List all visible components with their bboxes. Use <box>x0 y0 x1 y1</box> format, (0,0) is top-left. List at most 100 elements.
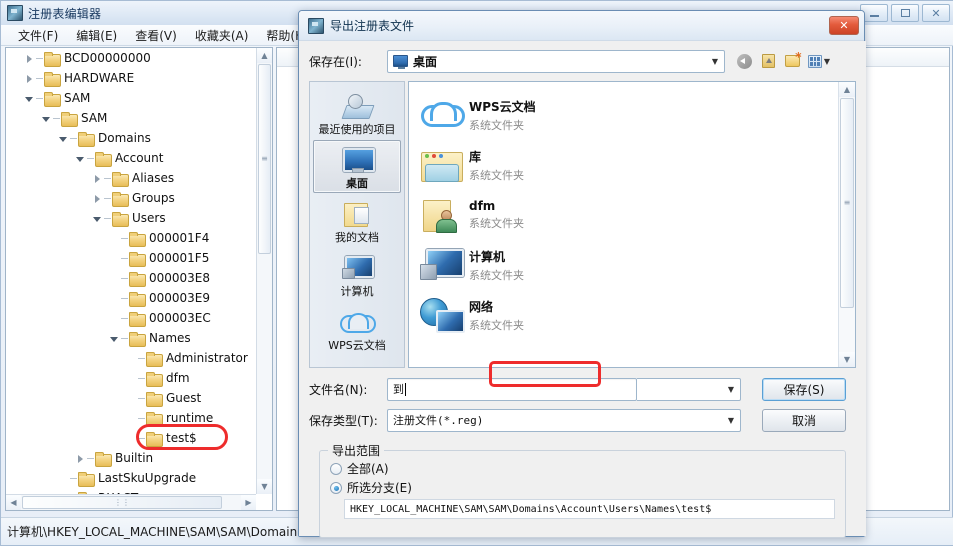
tree-item-000003e9[interactable]: 000003E9 <box>6 288 256 308</box>
chevron-right-icon[interactable] <box>24 73 35 84</box>
file-name-input[interactable]: 到 <box>387 377 637 401</box>
close-button[interactable]: ✕ <box>922 4 950 22</box>
tree-item-hardware[interactable]: HARDWARE <box>6 68 256 88</box>
chevron-down-icon[interactable]: ▼ <box>824 57 830 66</box>
scroll-down-arrow[interactable]: ▼ <box>257 479 272 494</box>
chevron-right-icon[interactable] <box>92 193 103 204</box>
folder-icon <box>112 211 129 227</box>
scroll-right-arrow[interactable]: ▶ <box>241 495 256 510</box>
save-in-combobox[interactable]: 桌面 ▼ <box>387 49 725 73</box>
dialog-close-button[interactable]: ✕ <box>829 16 859 35</box>
export-registry-dialog: 导出注册表文件 ✕ 保存在(I): 桌面 ▼ * ▼ 最近使用的项目 桌面 我的… <box>298 10 866 538</box>
list-item[interactable]: 库 系统文件夹 <box>409 140 838 190</box>
chevron-down-icon[interactable]: ▼ <box>722 379 740 400</box>
recent-items-icon <box>342 89 372 119</box>
dialog-title: 导出注册表文件 <box>330 19 415 33</box>
menu-view[interactable]: 查看(V) <box>126 25 186 46</box>
scroll-left-arrow[interactable]: ◀ <box>6 495 21 510</box>
tree-item-sam[interactable]: SAM <box>6 108 256 128</box>
tree-item-sam[interactable]: SAM <box>6 88 256 108</box>
tree-item-dfm[interactable]: dfm <box>6 368 256 388</box>
chevron-down-icon[interactable] <box>41 113 52 124</box>
menu-edit[interactable]: 编辑(E) <box>67 25 126 46</box>
tree-item-000001f5[interactable]: 000001F5 <box>6 248 256 268</box>
folder-icon <box>129 311 146 327</box>
tree-item-000001f4[interactable]: 000001F4 <box>6 228 256 248</box>
tree-item-runtime[interactable]: runtime <box>6 408 256 428</box>
chevron-right-icon[interactable] <box>24 53 35 64</box>
list-item[interactable]: 网络 系统文件夹 <box>409 290 838 340</box>
maximize-button[interactable] <box>891 4 919 22</box>
monitor-icon <box>393 55 408 69</box>
tree-item-bcd00000000[interactable]: BCD00000000 <box>6 48 256 68</box>
tree-vscroll-thumb[interactable]: ≡ <box>258 64 271 254</box>
list-item[interactable]: dfm 系统文件夹 <box>409 190 838 240</box>
tree-item-aliases[interactable]: Aliases <box>6 168 256 188</box>
place-desktop[interactable]: 桌面 <box>313 140 401 193</box>
place-label: 我的文档 <box>335 230 379 244</box>
tree-item-groups[interactable]: Groups <box>6 188 256 208</box>
radio-all-row[interactable]: 全部(A) <box>320 459 845 478</box>
place-my-documents[interactable]: 我的文档 <box>313 194 401 247</box>
chevron-down-icon[interactable] <box>24 93 35 104</box>
tree-connector <box>104 217 111 219</box>
tree-item-guest[interactable]: Guest <box>6 388 256 408</box>
tree-vertical-scrollbar[interactable]: ▲ ≡ ▼ <box>256 48 272 494</box>
back-button[interactable] <box>735 52 753 70</box>
menu-file[interactable]: 文件(F) <box>9 25 67 46</box>
file-list-scroll-thumb[interactable]: ≡ <box>840 98 854 308</box>
chevron-down-icon[interactable] <box>109 333 120 344</box>
place-recent-items[interactable]: 最近使用的项目 <box>313 86 401 139</box>
tree-item-names[interactable]: Names <box>6 328 256 348</box>
tree-item-label: SAM <box>81 111 108 125</box>
tree-item-builtin[interactable]: Builtin <box>6 448 256 468</box>
tree-item-000003e8[interactable]: 000003E8 <box>6 268 256 288</box>
chevron-down-icon[interactable] <box>92 213 103 224</box>
scroll-up-arrow[interactable]: ▲ <box>839 82 855 97</box>
tree-connector <box>121 297 128 299</box>
list-item[interactable]: WPS云文档 系统文件夹 <box>409 90 838 140</box>
file-list-items: WPS云文档 系统文件夹 库 系统文件夹 dfm 系统文件夹 计算机 系统文件夹… <box>409 82 838 367</box>
tree-item-test-[interactable]: test$ <box>6 428 256 448</box>
tree-connector <box>53 117 60 119</box>
file-name: 计算机 <box>469 249 506 264</box>
new-folder-button[interactable] <box>783 50 802 70</box>
tree-item-users[interactable]: Users <box>6 208 256 228</box>
radio-selected-branch-row[interactable]: 所选分支(E) <box>320 478 845 497</box>
tree-horizontal-scrollbar[interactable]: ◀ ⋮⋮ ▶ <box>6 494 256 510</box>
chevron-down-icon[interactable]: ▼ <box>722 410 740 431</box>
views-button[interactable]: ▼ <box>807 52 831 70</box>
tree-hscroll-thumb[interactable]: ⋮⋮ <box>22 496 222 509</box>
scroll-up-arrow[interactable]: ▲ <box>257 48 272 63</box>
tree-item-label: SAM <box>64 91 91 105</box>
file-name-dropdown[interactable]: ▼ <box>637 377 741 401</box>
scroll-down-arrow[interactable]: ▼ <box>839 352 855 367</box>
tree-item-lastskuupgrade[interactable]: LastSkuUpgrade <box>6 468 256 488</box>
tree-item-account[interactable]: Account <box>6 148 256 168</box>
place-computer[interactable]: 计算机 <box>313 248 401 301</box>
place-wps-cloud[interactable]: WPS云文档 <box>313 302 401 355</box>
tree-item-000003ec[interactable]: 000003EC <box>6 308 256 328</box>
export-range-group: 导出范围 全部(A) 所选分支(E) HKEY_LOCAL_MACHINE\SA… <box>319 442 846 538</box>
save-button[interactable]: 保存(S) <box>762 377 846 401</box>
cancel-button[interactable]: 取消 <box>762 408 846 432</box>
chevron-down-icon[interactable] <box>75 153 86 164</box>
file-list[interactable]: WPS云文档 系统文件夹 库 系统文件夹 dfm 系统文件夹 计算机 系统文件夹… <box>408 81 856 368</box>
tree-item-label: runtime <box>166 411 214 425</box>
tree-item-administrator[interactable]: Administrator <box>6 348 256 368</box>
file-list-scrollbar[interactable]: ▲ ≡ ▼ <box>838 82 855 367</box>
chevron-right-icon[interactable] <box>92 173 103 184</box>
chevron-down-icon[interactable] <box>58 133 69 144</box>
chevron-down-icon[interactable]: ▼ <box>706 51 724 72</box>
file-text: dfm 系统文件夹 <box>469 199 524 231</box>
menu-favorites[interactable]: 收藏夹(A) <box>186 25 258 46</box>
list-item[interactable]: 计算机 系统文件夹 <box>409 240 838 290</box>
tree-item-domains[interactable]: Domains <box>6 128 256 148</box>
save-in-row: 保存在(I): 桌面 ▼ ▼ <box>309 49 856 73</box>
chevron-right-icon[interactable] <box>75 453 86 464</box>
registry-tree: BCD00000000 HARDWARE SAM SAM Domains Account A… <box>6 48 256 494</box>
radio-all[interactable] <box>330 462 342 475</box>
save-type-combobox[interactable]: 注册文件(*.reg) ▼ <box>387 408 741 432</box>
radio-selected-branch[interactable] <box>330 481 342 494</box>
up-folder-button[interactable] <box>759 52 777 70</box>
